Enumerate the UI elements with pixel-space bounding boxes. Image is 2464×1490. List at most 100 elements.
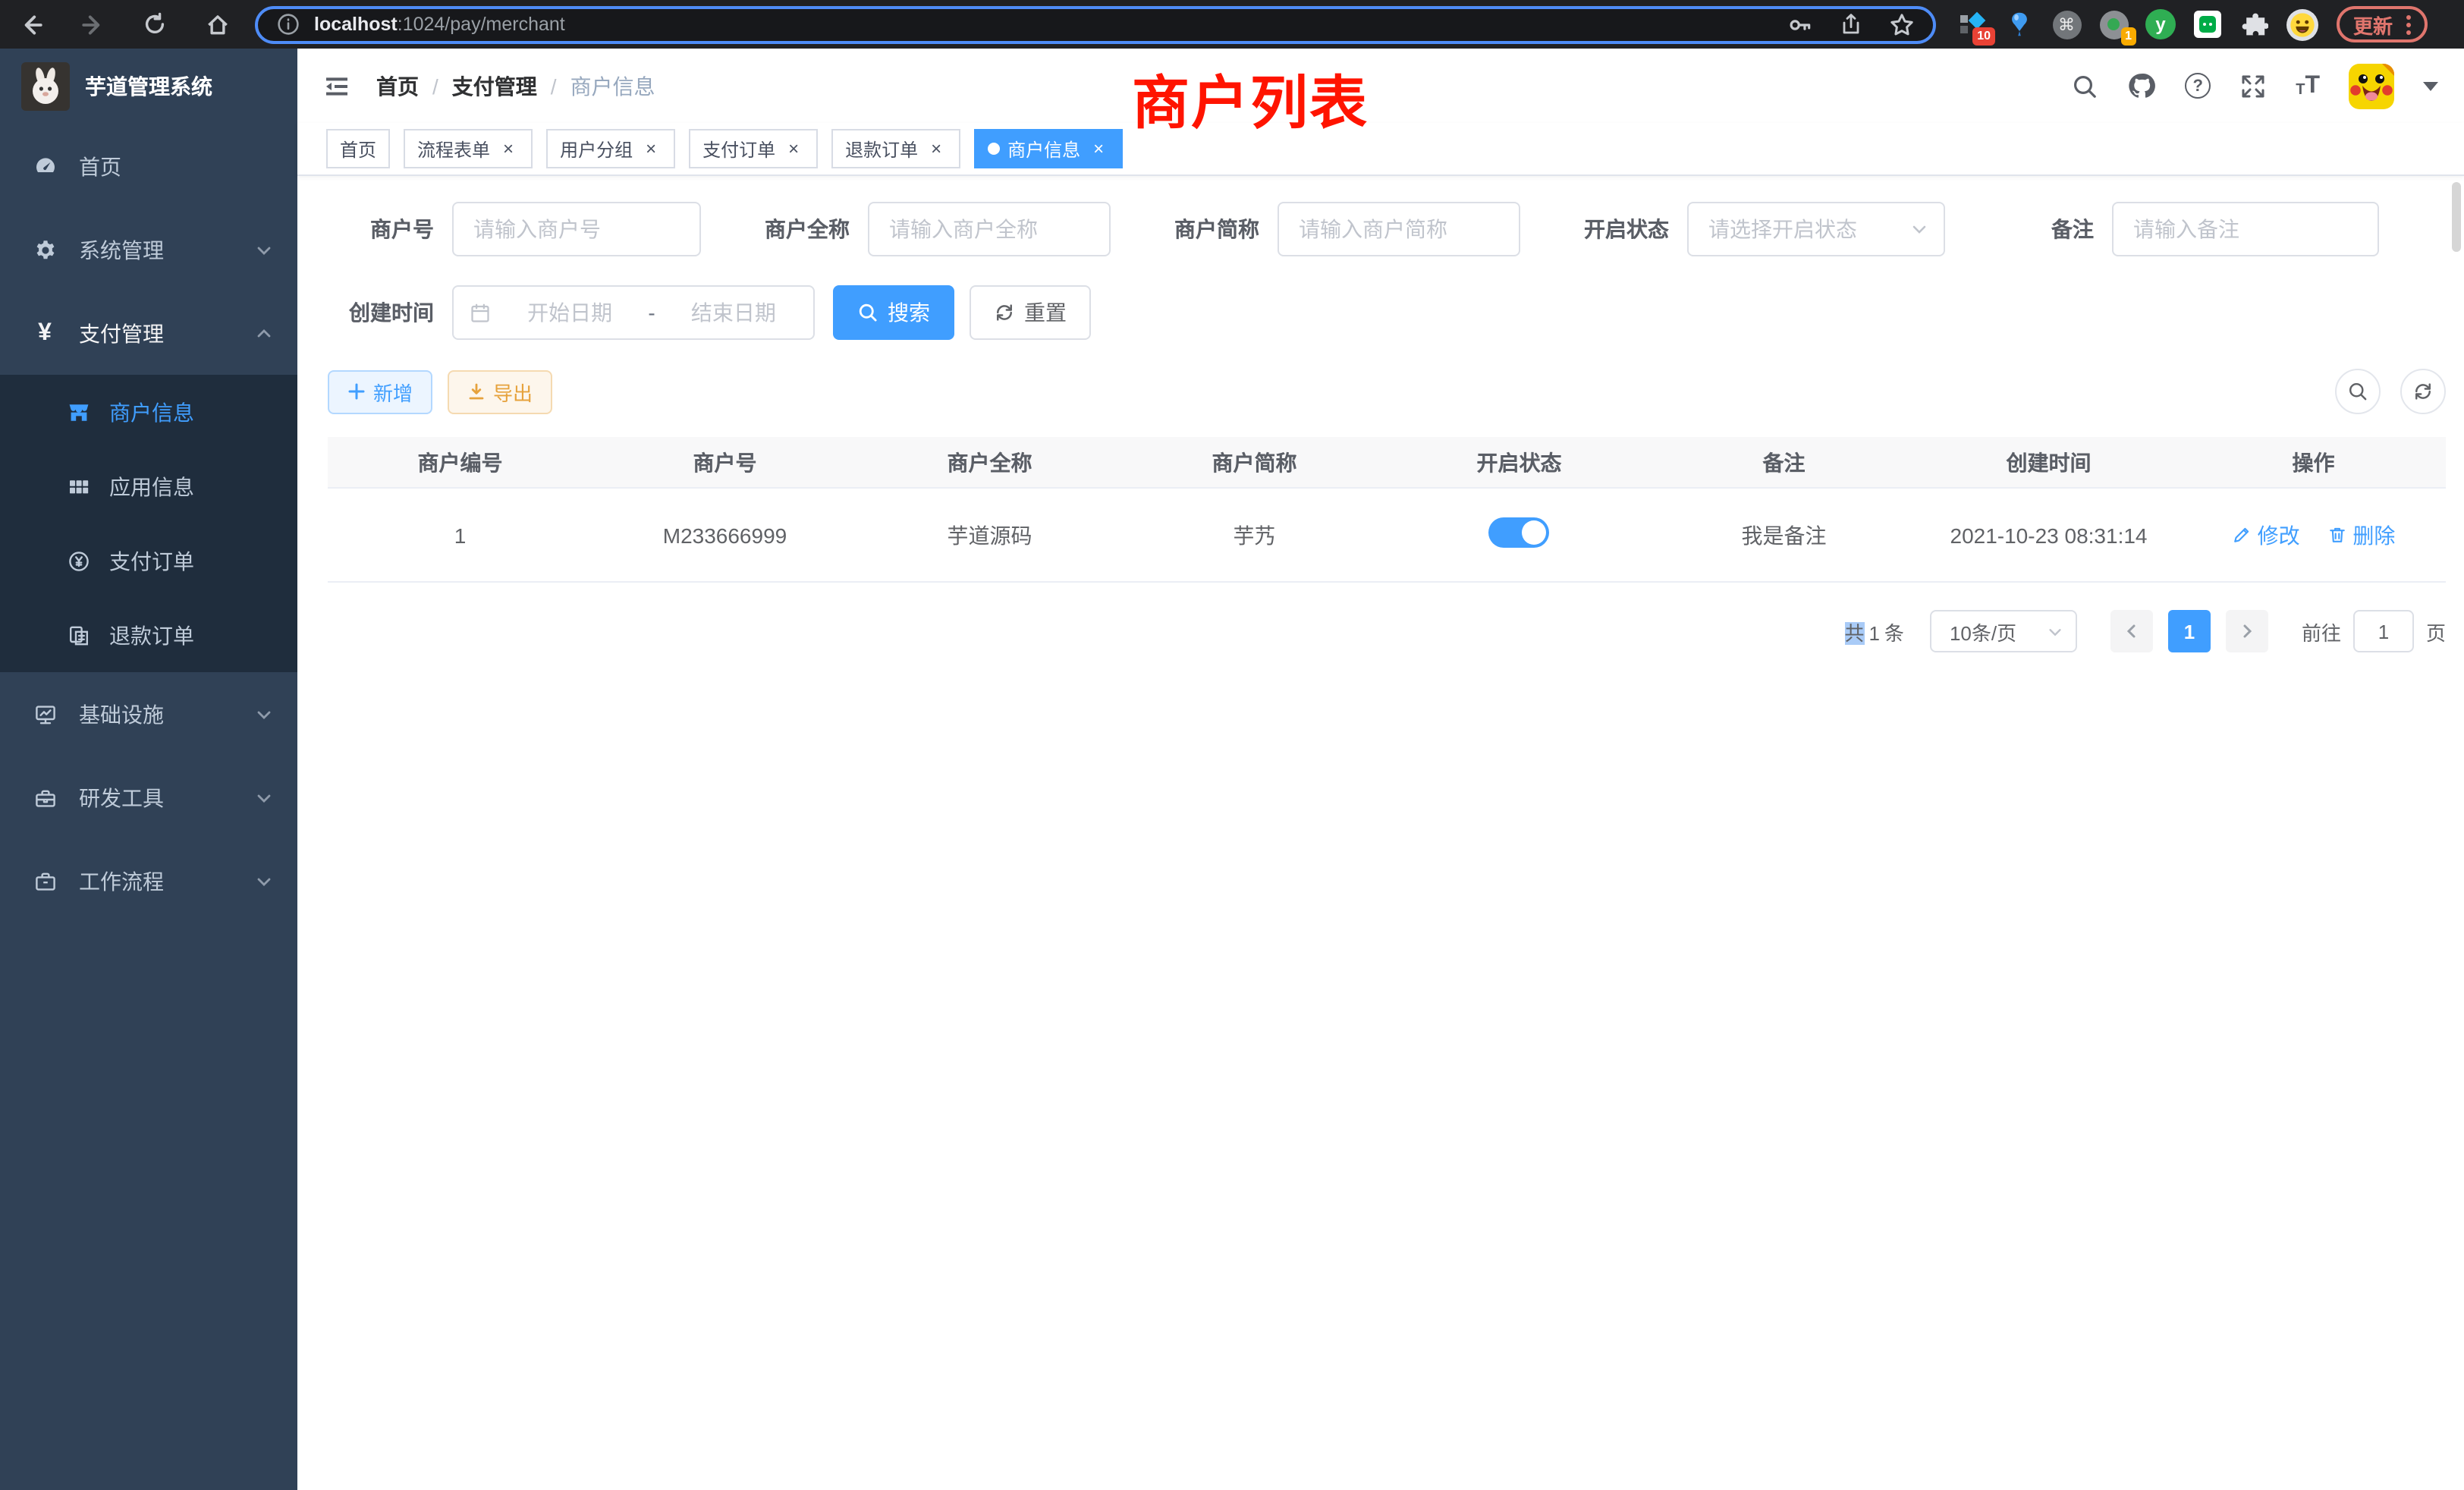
tab-process-form[interactable]: 流程表单× [404,129,533,168]
dashboard-icon [32,153,58,179]
documents-icon [65,622,91,648]
fullscreen-icon[interactable] [2239,72,2267,99]
browser-update-button[interactable]: 更新 [2337,6,2428,42]
avatar-dropdown-caret[interactable] [2423,81,2438,90]
pagination: 共1条 10条/页 1 前往 [328,610,2446,652]
chevron-down-icon [1910,220,1928,238]
extension-badge: 10 [1972,27,1995,46]
extension-recorder-icon[interactable]: 1 [2097,8,2130,41]
font-size-icon[interactable]: TT [2296,74,2320,98]
date-range-picker[interactable]: 开始日期 - 结束日期 [452,285,815,340]
breadcrumb-home[interactable]: 首页 [376,71,419,101]
extension-chat-icon[interactable] [2191,8,2224,41]
cell-full-name: 芋道源码 [857,520,1122,550]
app-logo[interactable]: 芋道管理系统 [0,49,297,124]
bookmark-star-icon[interactable] [1889,11,1915,37]
sidebar-item-workflow[interactable]: 工作流程 [0,839,297,923]
next-page-button[interactable] [2226,610,2268,652]
payment-submenu: 商户信息 应用信息 支付订单 [0,375,297,672]
github-icon[interactable] [2127,71,2156,100]
refresh-table-button[interactable] [2400,369,2446,414]
password-key-icon[interactable] [1787,11,1813,37]
col-status: 开启状态 [1387,447,1652,477]
cell-create-time: 2021-10-23 08:31:14 [1916,523,2181,547]
col-short-name: 商户简称 [1122,447,1387,477]
extension-command-icon[interactable]: ⌘ [2050,8,2083,41]
sidebar-item-app-info[interactable]: 应用信息 [0,449,297,523]
browser-reload-icon[interactable] [140,9,170,39]
close-icon[interactable]: × [640,138,662,159]
sidebar-item-refund-order[interactable]: 退款订单 [0,598,297,672]
page-size-select[interactable]: 10条/页 [1930,610,2077,652]
breadcrumb: 首页 / 支付管理 / 商户信息 [376,71,655,101]
extensions-puzzle-icon[interactable] [2238,8,2271,41]
sidebar-item-merchant-info[interactable]: 商户信息 [0,375,297,449]
status-select[interactable]: 请选择开启状态 [1687,202,1945,256]
add-button[interactable]: 新增 [328,369,432,413]
sidebar-item-infrastructure[interactable]: 基础设施 [0,672,297,756]
user-avatar[interactable] [2349,63,2394,108]
merchant-no-input[interactable] [452,202,701,256]
extension-diamond-icon[interactable]: 10 [1956,8,1989,41]
grid-icon [65,473,91,499]
reset-button[interactable]: 重置 [970,285,1091,340]
close-icon[interactable]: × [926,138,947,159]
sidebar-item-devtools[interactable]: 研发工具 [0,756,297,839]
address-bar[interactable]: localhost:1024/pay/merchant [255,5,1936,43]
cell-remark: 我是备注 [1652,520,1916,550]
tab-user-group[interactable]: 用户分组× [546,129,675,168]
gear-icon [32,237,58,262]
tab-pay-order[interactable]: 支付订单× [689,129,818,168]
annotation-overlay: 商户列表 [1132,56,1369,140]
full-name-label: 商户全称 [743,214,850,244]
sidebar: 芋道管理系统 首页 系统管理 [0,49,297,1490]
toolbox-icon [32,784,58,810]
merchant-table: 商户编号 商户号 商户全称 商户简称 开启状态 备注 创建时间 操作 1 M23… [328,437,2446,583]
browser-forward-icon[interactable] [77,9,108,39]
search-button[interactable]: 搜索 [833,285,954,340]
pagination-jump: 前往 页 [2302,610,2446,652]
remark-label: 备注 [1988,214,2094,244]
table-row: 1 M233666999 芋道源码 芋艿 我是备注 2021-10-23 08:… [328,489,2446,583]
close-icon[interactable]: × [783,138,804,159]
export-button[interactable]: 导出 [448,369,552,413]
sidebar-item-pay-order[interactable]: 支付订单 [0,523,297,598]
jump-page-input[interactable] [2353,610,2414,652]
remark-input[interactable] [2112,202,2379,256]
status-toggle[interactable] [1489,517,1550,548]
sidebar-item-system[interactable]: 系统管理 [0,208,297,291]
profile-avatar-icon[interactable] [2285,8,2318,41]
close-icon[interactable]: × [498,138,519,159]
extension-y-icon[interactable]: y [2144,8,2177,41]
trash-icon [2327,525,2346,545]
prev-page-button[interactable] [2110,610,2153,652]
browser-menu-icon[interactable] [2406,14,2411,34]
sidebar-item-payment[interactable]: ¥ 支付管理 [0,291,297,375]
sidebar-item-home[interactable]: 首页 [0,124,297,208]
scrollbar-thumb[interactable] [2452,182,2461,252]
share-icon[interactable] [1839,12,1863,36]
extension-balloon-icon[interactable] [2003,8,2036,41]
search-icon[interactable] [2071,72,2098,99]
short-name-input[interactable] [1278,202,1520,256]
show-search-button[interactable] [2335,369,2381,414]
page-1-button[interactable]: 1 [2168,610,2211,652]
col-merchant-no: 商户号 [592,447,857,477]
sidebar-toggle-icon[interactable] [323,72,350,99]
monitor-chart-icon [32,701,58,727]
merchant-no-label: 商户号 [328,214,434,244]
tab-home[interactable]: 首页 [326,129,390,168]
full-name-input[interactable] [868,202,1111,256]
browser-home-icon[interactable] [202,9,232,39]
browser-back-icon[interactable] [15,9,46,39]
tab-refund-order[interactable]: 退款订单× [831,129,960,168]
tab-merchant-info[interactable]: 商户信息× [974,129,1123,168]
breadcrumb-payment[interactable]: 支付管理 [452,71,537,101]
site-info-icon[interactable] [276,12,300,36]
jump-prefix: 前往 [2302,617,2341,646]
shop-icon [65,399,91,425]
edit-link[interactable]: 修改 [2232,520,2300,550]
delete-link[interactable]: 删除 [2327,520,2395,550]
help-icon[interactable]: ? [2185,73,2211,99]
close-icon[interactable]: × [1088,138,1109,159]
